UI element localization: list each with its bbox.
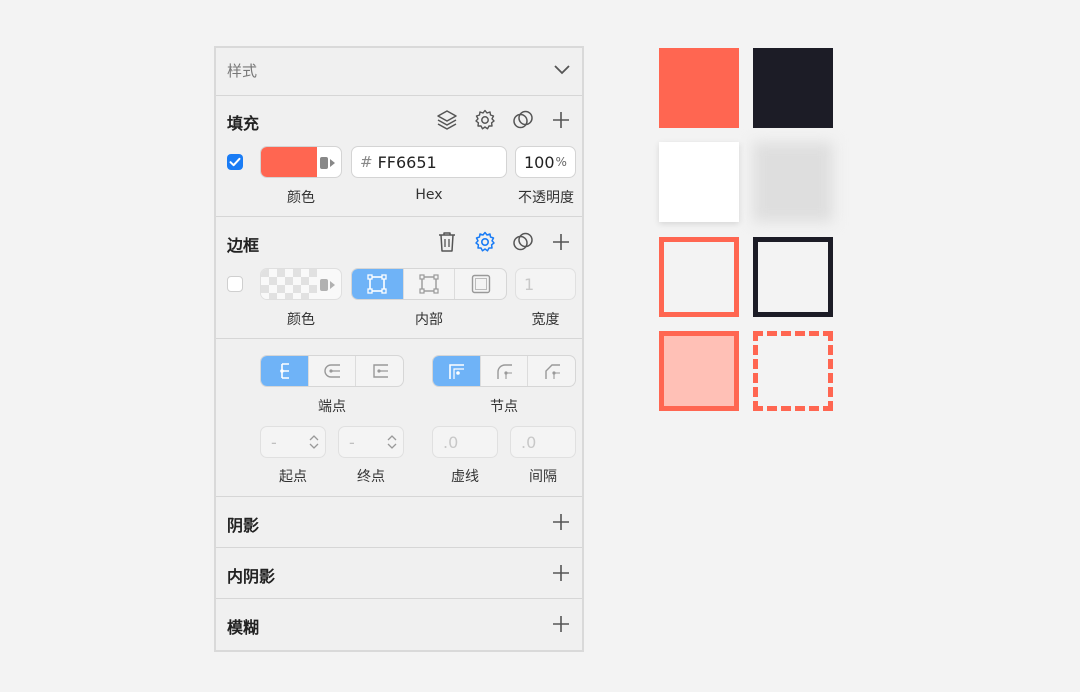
end-label: 终点 [357,469,385,485]
sample-fill-border-coral[interactable] [659,331,739,411]
divider [216,338,582,339]
chevron-down-icon[interactable] [550,58,574,82]
fill-color-preview [261,147,317,177]
color-picker-icon [319,155,337,174]
sample-border-dark[interactable] [753,237,833,317]
cap-round-icon [324,364,340,378]
join-bevel-icon [544,364,560,379]
cap-round-option[interactable] [307,356,356,386]
join-round-option[interactable] [479,356,528,386]
dash-input[interactable]: .0 [432,426,498,458]
join-round-icon [497,364,512,379]
border-outside-option[interactable] [454,269,506,299]
shadow-title: 阴影 [227,516,260,535]
border-width-input[interactable]: 1 [515,268,576,300]
add-fill-icon[interactable] [549,108,573,132]
divider [216,95,582,96]
dash-placeholder: .0 [443,432,459,452]
gear-icon[interactable] [473,108,497,132]
border-position-label: 内部 [415,312,443,328]
border-center-option[interactable] [402,269,455,299]
inner-shadow-title: 内阴影 [227,567,276,586]
layers-icon[interactable] [435,108,459,132]
sample-fill-dark[interactable] [753,48,833,128]
add-border-icon[interactable] [549,230,573,254]
add-blur-icon[interactable] [549,612,573,636]
start-placeholder: - [271,432,277,452]
border-inside-icon [367,274,387,294]
opacity-unit: % [555,155,567,169]
transparent-checker [261,269,317,299]
divider [216,547,582,548]
end-arrow-select[interactable]: - [338,426,404,458]
opacity-input[interactable]: 100 % [515,146,576,178]
border-position-segmented [351,268,507,300]
border-gear-icon[interactable] [473,230,497,254]
blur-title: 模糊 [227,618,260,637]
sample-blur-gray[interactable] [753,142,833,222]
stepper-icon [387,435,397,449]
join-segmented [432,355,576,387]
join-bevel-option[interactable] [527,356,575,386]
gap-placeholder: .0 [521,432,537,452]
cap-square-icon [372,364,388,378]
sample-shadow-white[interactable] [659,142,739,222]
add-shadow-icon[interactable] [549,510,573,534]
opacity-label: 不透明度 [518,190,574,206]
border-width-label: 宽度 [531,312,560,328]
cap-butt-option[interactable] [261,356,308,386]
fill-title: 填充 [227,114,260,133]
border-center-icon [419,274,439,294]
cap-butt-icon [280,363,290,379]
fill-color-label: 颜色 [287,190,315,206]
hex-prefix: # [360,153,373,171]
border-enabled-checkbox[interactable] [227,276,243,292]
hex-input[interactable]: # FF6651 [351,146,507,178]
gap-label: 间隔 [529,469,557,485]
cap-square-option[interactable] [355,356,403,386]
join-miter-icon [449,364,465,379]
gap-input[interactable]: .0 [510,426,576,458]
divider [216,598,582,599]
join-label: 节点 [490,399,518,415]
border-color-label: 颜色 [287,312,315,328]
hex-value: FF6651 [377,152,437,172]
stepper-icon [309,435,319,449]
fill-enabled-checkbox[interactable] [227,154,243,170]
border-color-swatch[interactable] [260,268,342,300]
style-panel: 样式 填充 # FF6651 100 % 颜色 Hex 不透明度 边框 1 颜色… [214,46,584,652]
fill-color-swatch[interactable] [260,146,342,178]
dash-label: 虚线 [451,469,479,485]
boolean-icon[interactable] [511,108,535,132]
end-placeholder: - [349,432,355,452]
sample-fill-coral[interactable] [659,48,739,128]
start-arrow-select[interactable]: - [260,426,326,458]
border-outside-icon [471,274,490,294]
trash-icon[interactable] [435,230,459,254]
opacity-value: 100 [524,152,555,172]
hex-label: Hex [415,187,443,203]
border-color-picker-icon [319,277,337,296]
border-title: 边框 [227,236,260,255]
cap-segmented [260,355,404,387]
border-width-placeholder: 1 [524,274,535,294]
sample-dashed-border[interactable] [753,331,833,411]
panel-title: 样式 [227,62,258,80]
join-miter-option[interactable] [433,356,480,386]
sample-border-coral[interactable] [659,237,739,317]
divider [216,216,582,217]
cap-label: 端点 [318,399,346,415]
start-label: 起点 [279,469,307,485]
add-inner-shadow-icon[interactable] [549,561,573,585]
divider [216,496,582,497]
border-boolean-icon[interactable] [511,230,535,254]
border-inside-option[interactable] [352,269,403,299]
